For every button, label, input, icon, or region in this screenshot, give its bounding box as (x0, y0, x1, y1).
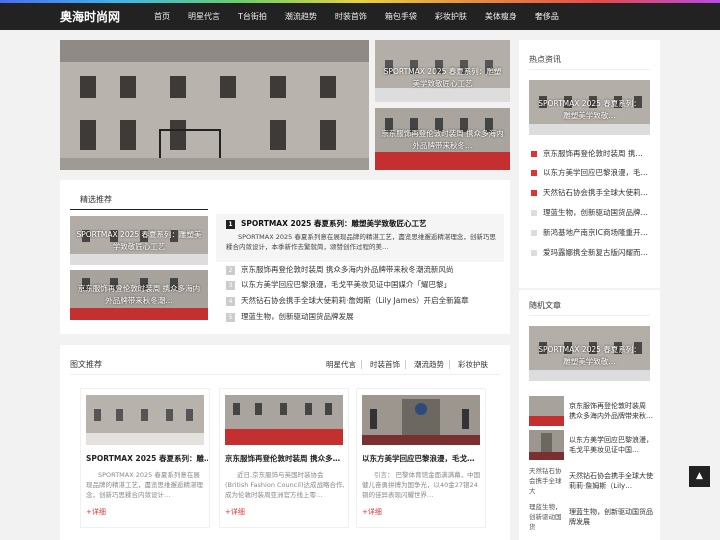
image-rec-card-more-link[interactable]: +详细 (362, 507, 382, 517)
nav-item-jewelry[interactable]: 时装首饰 (326, 3, 376, 30)
image-rec-card-more-link[interactable]: +详细 (86, 507, 106, 517)
tab-makeup[interactable]: 彩妆护肤 (458, 359, 488, 370)
tab-jewelry[interactable]: 时装首饰 (370, 359, 400, 370)
random-articles-image[interactable]: SPORTMAX 2025 春夏系列：雕塑美学致敬… (529, 326, 650, 381)
random-article-thumb[interactable] (529, 396, 564, 426)
tab-trends[interactable]: 潮流趋势 (414, 359, 444, 370)
image-rec-card-image[interactable] (225, 395, 343, 445)
image-rec-card-image[interactable] (86, 395, 204, 445)
hot-rank-marker (531, 170, 537, 176)
hot-news-divider (529, 69, 650, 70)
back-to-top-button[interactable]: ▲ (689, 466, 710, 487)
random-articles-panel: 随机文章 SPORTMAX 2025 春夏系列：雕塑美学致敬… 京东服饰再登伦敦… (519, 290, 660, 540)
random-article-thumb-alt[interactable]: 天然钻石协会携手全球大 (529, 466, 564, 496)
hot-news-panel: 热点资讯 SPORTMAX 2025 春夏系列：雕塑美学致敬… 京东服饰再登伦敦… (519, 40, 660, 288)
hot-news-item[interactable]: 新鸿基地产南京IC商场隆重开… (531, 227, 648, 238)
featured-list-item[interactable]: 5 理蓝生物，创新驱动国货品牌发展 (226, 311, 354, 322)
hot-rank-marker (531, 151, 537, 157)
slider-thumb-1-caption: SPORTMAX 2025 春夏系列：雕塑美学致敬匠心工艺 (383, 67, 502, 88)
image-rec-card-title[interactable]: 京东服饰再登伦敦时装周 携众多… (225, 453, 347, 464)
nav-item-celebrity[interactable]: 明星代言 (179, 3, 229, 30)
nav-item-home[interactable]: 首页 (145, 3, 179, 30)
hot-news-title: 热点资讯 (529, 55, 561, 64)
featured-thumb-2[interactable]: 京东服饰再登伦敦时装周 携众多海内外品牌带来秋冬潮… (70, 270, 208, 320)
nav-item-trends[interactable]: 潮流趋势 (276, 3, 326, 30)
hot-news-item[interactable]: 爱玛露娜携全新复古版闪耀而… (531, 247, 648, 258)
tab-separator (449, 360, 450, 369)
hot-news-item[interactable]: 理蓝生物，创新驱动国货品牌… (531, 207, 648, 218)
hot-rank-marker (531, 190, 537, 196)
featured-list-item[interactable]: 4 天然钻石协会携手全球大使莉莉·詹姆斯（Lily James）开启全新篇章 (226, 295, 469, 306)
random-articles-title: 随机文章 (529, 301, 561, 310)
random-articles-image-caption: SPORTMAX 2025 春夏系列：雕塑美学致敬… (538, 345, 641, 366)
featured-thumb-2-caption: 京东服饰再登伦敦时装周 携众多海内外品牌带来秋冬潮… (77, 284, 201, 305)
main-nav: 首页 明星代言 T台街拍 潮流趋势 时装首饰 箱包手袋 彩妆护肤 美体瘦身 奢侈… (145, 3, 568, 30)
arrow-up-icon: ▲ (696, 471, 703, 481)
image-rec-card-more-link[interactable]: +详细 (225, 507, 245, 517)
tab-celebrity[interactable]: 明星代言 (326, 359, 356, 370)
random-article-title[interactable]: 天然钻石协会携手全球大使莉莉·詹姆斯（Lily… (569, 471, 654, 491)
featured-lead-item[interactable]: 1 SPORTMAX 2025 春夏系列：雕塑美学致敬匠心工艺 SPORTMAX … (216, 214, 504, 262)
tab-separator (361, 360, 362, 369)
site-header: 奥海时尚网 首页 明星代言 T台街拍 潮流趋势 时装首饰 箱包手袋 彩妆护肤 美… (0, 3, 720, 30)
image-rec-divider (70, 374, 500, 375)
random-article-thumb[interactable] (529, 430, 564, 460)
hot-news-image-caption: SPORTMAX 2025 春夏系列：雕塑美学致敬… (538, 99, 641, 120)
image-rec-title: 图文推荐 (70, 360, 102, 369)
hot-rank-marker (531, 230, 537, 236)
hot-news-item[interactable]: 天然钻石协会携手全球大使莉… (531, 187, 648, 198)
slider-thumb-2[interactable]: 京东服饰再登伦敦时装周 携众多海内外品牌带来秋冬… (375, 108, 510, 170)
nav-item-street[interactable]: T台街拍 (229, 3, 276, 30)
tab-separator (405, 360, 406, 369)
hot-rank-marker (531, 210, 537, 216)
random-article-thumb-alt[interactable]: 理蓝生物，创新驱动国货 (529, 502, 564, 534)
hot-news-item[interactable]: 京东服饰再登伦敦时装周 携… (531, 148, 643, 159)
hot-news-image[interactable]: SPORTMAX 2025 春夏系列：雕塑美学致敬… (529, 80, 650, 135)
image-rec-card-title[interactable]: SPORTMAX 2025 春夏系列：雕… (86, 453, 208, 464)
hot-news-item[interactable]: 以东方美学回应巴黎浪漫，毛… (531, 167, 648, 178)
featured-panel: 精选推荐 SPORTMAX 2025 春夏系列：雕塑美学致敬匠心工艺 京东服饰再… (60, 180, 510, 334)
nav-item-luxury[interactable]: 奢侈品 (526, 3, 568, 30)
slider-thumb-1[interactable]: SPORTMAX 2025 春夏系列：雕塑美学致敬匠心工艺 (375, 40, 510, 102)
featured-list-item[interactable]: 3 以东方美学回应巴黎浪漫，毛戈平美妆见证中国媒介「耀巴黎」 (226, 279, 451, 290)
image-rec-card-desc: 引言： 巴黎体育馆金面满满幕，中国健儿奋勇拼搏为国争光，以40金27银24铜的佳… (362, 471, 481, 499)
random-article-title[interactable]: 理蓝生物，创新驱动国货品牌发展 (569, 507, 654, 527)
slider-thumb-2-caption: 京东服饰再登伦敦时装周 携众多海内外品牌带来秋冬… (381, 129, 504, 150)
nav-item-body[interactable]: 美体瘦身 (476, 3, 526, 30)
featured-title: 精选推荐 (80, 195, 112, 204)
nav-item-makeup[interactable]: 彩妆护肤 (426, 3, 476, 30)
site-logo[interactable]: 奥海时尚网 (60, 8, 120, 25)
image-rec-card-desc: SPORTMAX 2025 春夏系列意在展现品牌的精湛工艺，盡览思维邂逅精湛理念… (86, 471, 203, 499)
image-rec-card[interactable]: 京东服饰再登伦敦时装周 携众多… 近日,京东服饰与英国时装协会(British … (219, 388, 349, 528)
random-article-title[interactable]: 京东服饰再登伦敦时装周 携众多海内外品牌带来秋… (569, 401, 654, 421)
featured-thumb-1[interactable]: SPORTMAX 2025 春夏系列：雕塑美学致敬匠心工艺 (70, 216, 208, 265)
featured-lead-title[interactable]: 1 SPORTMAX 2025 春夏系列：雕塑美学致敬匠心工艺 (226, 218, 426, 229)
featured-list-item[interactable]: 2 京东服饰再登伦敦时装周 携众多海内外品牌带来秋冬潮流新风尚 (226, 264, 453, 275)
slider-main-image[interactable] (60, 40, 369, 170)
featured-title-underline (70, 209, 208, 210)
image-rec-card-image[interactable] (362, 395, 480, 445)
image-rec-card-desc: 近日,京东服饰与英国时装协会(British Fashion Council)达… (225, 471, 345, 499)
featured-thumb-1-caption: SPORTMAX 2025 春夏系列：雕塑美学致敬匠心工艺 (76, 230, 202, 251)
hot-rank-marker (531, 250, 537, 256)
nav-item-bags[interactable]: 箱包手袋 (376, 3, 426, 30)
random-article-title[interactable]: 以东方美学回应巴黎浪漫，毛戈平美妆见证中国… (569, 435, 654, 455)
featured-lead-desc: SPORTMAX 2025 春夏系列意在展现品牌的精湛工艺，盡览思维邂逅精湛理念… (226, 233, 496, 251)
random-articles-divider (529, 315, 650, 316)
image-rec-card[interactable]: SPORTMAX 2025 春夏系列：雕… SPORTMAX 2025 春夏系列… (80, 388, 210, 528)
image-rec-card-title[interactable]: 以东方美学回应巴黎浪漫，毛戈… (362, 453, 484, 464)
image-rec-card[interactable]: 以东方美学回应巴黎浪漫，毛戈… 引言： 巴黎体育馆金面满满幕，中国健儿奋勇拼搏为… (356, 388, 486, 528)
